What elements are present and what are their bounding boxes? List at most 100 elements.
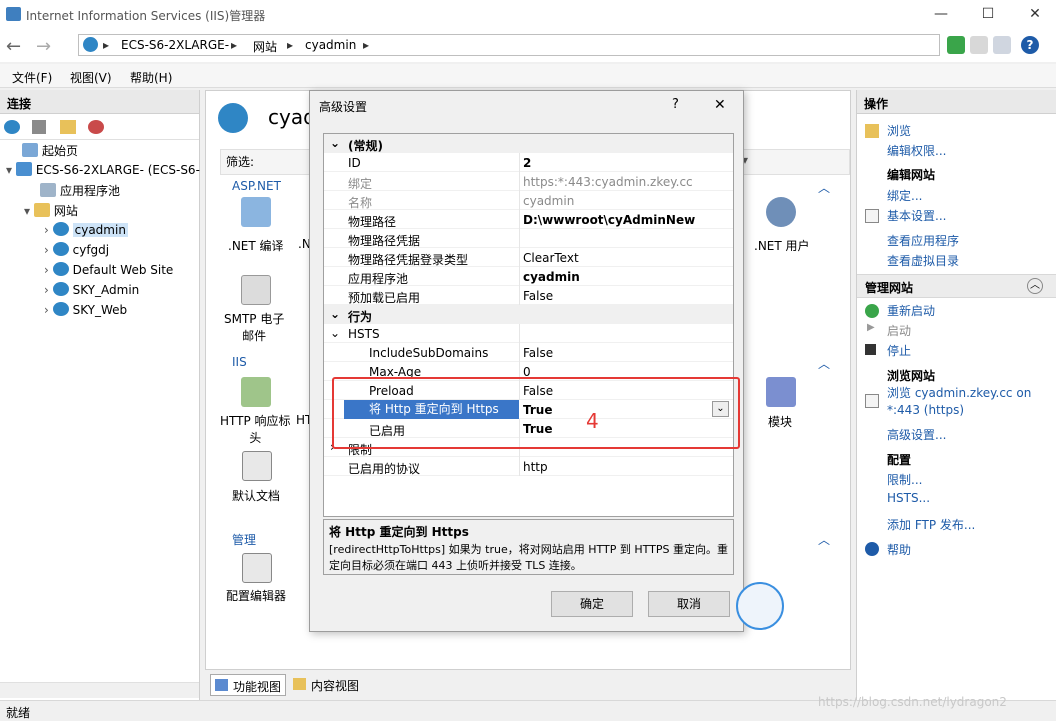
dialog-help-button[interactable]: ? — [672, 97, 679, 112]
tree-sites[interactable]: ▾ 网站 — [24, 202, 78, 219]
menu-file[interactable]: 文件(F) — [12, 69, 52, 86]
feature-http-response[interactable]: HTTP 响应标 头 — [220, 413, 291, 447]
property-row[interactable]: ⌄ 行为 — [324, 305, 733, 324]
tree-label: SKY_Web — [72, 303, 128, 317]
dialog-close-button[interactable]: ✕ — [714, 97, 726, 113]
property-row[interactable]: 已启用的协议 http — [324, 457, 733, 476]
action-view-virtual-dirs[interactable]: 查看虚拟目录 — [887, 252, 959, 269]
action-hsts[interactable]: HSTS... — [887, 491, 930, 505]
tree-site-cyadmin[interactable]: › cyadmin — [44, 222, 128, 237]
forward-arrow-icon[interactable]: → — [36, 36, 51, 57]
action-help[interactable]: 帮助 — [887, 541, 911, 558]
feature-modules[interactable]: 模块 — [768, 413, 792, 430]
tree-site-default[interactable]: › Default Web Site — [44, 262, 173, 277]
feature-default-doc[interactable]: 默认文档 — [232, 487, 280, 504]
menu-view[interactable]: 视图(V) — [70, 69, 112, 86]
tree-app-pools[interactable]: 应用程序池 — [40, 182, 120, 199]
breadcrumb-site[interactable]: cyadmin — [305, 38, 356, 52]
property-row[interactable]: IncludeSubDomains False — [324, 343, 733, 362]
feature-smtp[interactable]: SMTP 电子 邮件 — [224, 311, 284, 345]
property-row[interactable]: 物理路径 D:\wwwroot\cyAdminNew — [324, 210, 733, 229]
action-edit-permissions[interactable]: 编辑权限... — [887, 142, 946, 159]
close-window-button[interactable]: ✕ — [1024, 4, 1046, 24]
action-browse-site-link[interactable]: 浏览 cyadmin.zkey.cc on *:443 (https) — [887, 385, 1031, 419]
folder-up-icon[interactable] — [60, 120, 76, 134]
action-browse[interactable]: 浏览 — [887, 122, 911, 139]
group-iis: IIS — [232, 355, 247, 369]
action-bindings[interactable]: 绑定... — [887, 187, 922, 204]
expand-right-icon[interactable]: › — [44, 263, 53, 277]
expand-right-icon[interactable]: › — [44, 223, 53, 237]
tree-label: 起始页 — [42, 144, 79, 158]
horizontal-scrollbar[interactable] — [0, 682, 199, 698]
collapse-manage-site-icon[interactable]: ︿ — [1027, 278, 1043, 294]
property-row[interactable]: ID 2 — [324, 153, 733, 172]
tree-site-cyfgdj[interactable]: › cyfgdj — [44, 242, 109, 257]
collapse-manage-icon[interactable]: ︿ — [818, 531, 830, 548]
breadcrumb-sites[interactable]: 网站 — [253, 38, 277, 55]
feature-net-users[interactable]: .NET 用户 — [754, 237, 810, 254]
collapse-icon[interactable]: ⌄ — [330, 136, 340, 150]
expand-down-icon[interactable]: ▾ — [24, 204, 34, 218]
property-value: https:*:443:cyadmin.zkey.cc — [523, 175, 693, 189]
tree-label: ECS-S6-2XLARGE- (ECS-S6- — [35, 163, 200, 177]
property-grid[interactable]: ⌄ (常规) ID 2 绑定 https:*:443:cyadmin.zkey.cc … — [323, 133, 734, 517]
property-row[interactable]: 绑定 https:*:443:cyadmin.zkey.cc — [324, 172, 733, 191]
back-arrow-icon[interactable]: ← — [6, 36, 21, 57]
config-editor-icon — [242, 553, 272, 583]
property-row[interactable]: 应用程序池 cyadmin — [324, 267, 733, 286]
collapse-icon[interactable]: ⌄ — [330, 307, 340, 321]
expand-down-icon[interactable]: ▾ — [6, 163, 16, 177]
collapse-aspnet-icon[interactable]: ︿ — [818, 179, 830, 196]
breadcrumb-server[interactable]: ECS-S6-2XLARGE- — [121, 38, 229, 52]
tree-site-sky-web[interactable]: › SKY_Web — [44, 302, 127, 317]
connect-icon[interactable] — [4, 120, 20, 134]
property-row[interactable]: 物理路径凭据 — [324, 229, 733, 248]
property-row[interactable]: ⌄ (常规) — [324, 134, 733, 153]
menu-help[interactable]: 帮助(H) — [130, 69, 172, 86]
save-icon[interactable] — [32, 120, 46, 134]
content-view-icon — [293, 678, 306, 690]
expand-right-icon[interactable]: › — [44, 283, 53, 297]
expand-right-icon[interactable]: › — [44, 243, 53, 257]
feature-net-compile[interactable]: .NET 编译 — [228, 237, 284, 254]
tree-start-page[interactable]: 起始页 — [22, 142, 78, 159]
chat-avatar-icon[interactable] — [736, 582, 784, 630]
expand-right-icon[interactable]: › — [44, 303, 53, 317]
property-row[interactable]: 物理路径凭据登录类型 ClearText — [324, 248, 733, 267]
maximize-button[interactable]: ☐ — [977, 4, 999, 24]
action-basic-settings[interactable]: 基本设置... — [887, 207, 946, 224]
actions-pane: 操作 浏览 编辑权限... 编辑网站 绑定... 基本设置... 查看应用程序 … — [856, 90, 1056, 700]
window-title: Internet Information Services (IIS)管理器 — [26, 9, 266, 23]
tree-server[interactable]: ▾ ECS-S6-2XLARGE- (ECS-S6- — [6, 162, 200, 177]
home-icon[interactable] — [993, 36, 1011, 54]
tab-feature-view[interactable]: 功能视图 — [210, 674, 286, 696]
help-icon[interactable]: ? — [1021, 36, 1039, 54]
cancel-button[interactable]: 取消 — [648, 591, 730, 617]
collapse-iis-icon[interactable]: ︿ — [818, 355, 830, 372]
action-restart[interactable]: 重新启动 — [887, 302, 935, 319]
section-edit-site: 编辑网站 — [887, 168, 936, 182]
property-row[interactable]: 预加载已启用 False — [324, 286, 733, 305]
action-add-ftp[interactable]: 添加 FTP 发布... — [887, 516, 975, 533]
tree-label: SKY_Admin — [72, 283, 140, 297]
connections-toolbar — [0, 114, 199, 140]
property-row[interactable]: 名称 cyadmin — [324, 191, 733, 210]
tab-content-view[interactable]: 内容视图 — [289, 674, 379, 696]
minimize-button[interactable]: — — [930, 4, 952, 24]
feature-config-editor[interactable]: 配置编辑器 — [226, 587, 286, 604]
tree-site-sky-admin[interactable]: › SKY_Admin — [44, 282, 139, 297]
property-key: ID — [348, 156, 361, 170]
refresh-icon[interactable] — [947, 36, 965, 54]
disconnect-icon[interactable] — [88, 120, 104, 134]
collapse-icon[interactable]: ⌄ — [330, 326, 340, 340]
action-view-applications[interactable]: 查看应用程序 — [887, 232, 959, 249]
ok-button[interactable]: 确定 — [551, 591, 633, 617]
stop-icon[interactable] — [970, 36, 988, 54]
action-limits[interactable]: 限制... — [887, 471, 922, 488]
action-stop[interactable]: 停止 — [887, 342, 911, 359]
action-advanced-settings[interactable]: 高级设置... — [887, 426, 946, 443]
address-bar[interactable]: ▸ ECS-S6-2XLARGE- ▸ 网站 ▸ cyadmin ▸ — [78, 34, 940, 56]
column-divider — [519, 324, 520, 343]
property-row[interactable]: ⌄ HSTS — [324, 324, 733, 343]
